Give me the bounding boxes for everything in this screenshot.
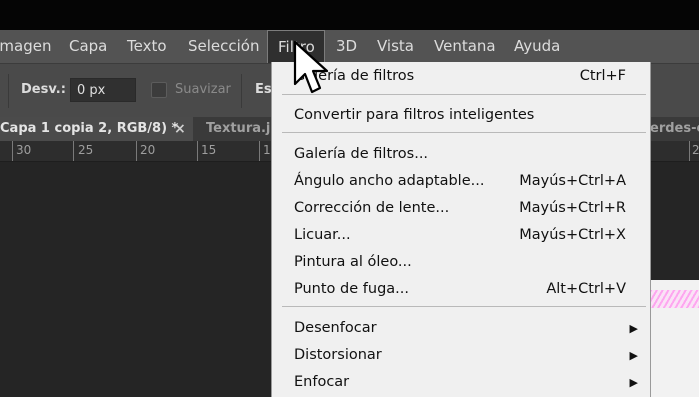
submenu-arrow-icon: ▶ — [629, 349, 638, 362]
menu-item-angulo-ancho[interactable]: Ángulo ancho adaptable... Mayús+Ctrl+A — [272, 168, 650, 195]
menu-vista[interactable]: Vista — [377, 30, 414, 63]
tab-verdes[interactable]: erdes-e — [650, 117, 699, 141]
ruler-label: 30 — [16, 143, 32, 157]
tab-label: Capa 1 copia 2, RGB/8) * — [0, 121, 179, 136]
menu-item-label: Ángulo ancho adaptable... — [294, 173, 485, 189]
menu-item-label: Pintura al óleo... — [294, 254, 412, 270]
ruler-tick — [12, 141, 13, 161]
menu-ayuda[interactable]: Ayuda — [514, 30, 560, 63]
menu-3d[interactable]: 3D — [336, 30, 357, 63]
menu-item-enfocar[interactable]: Enfocar ▶ — [272, 369, 650, 396]
menu-imagen[interactable]: Imagen — [0, 30, 51, 63]
menu-texto[interactable]: Texto — [127, 30, 167, 63]
window-top-bar — [0, 0, 699, 30]
ruler-tick — [689, 141, 690, 161]
menu-item-shortcut: Alt+Ctrl+V — [546, 281, 626, 297]
menu-item-label: Galería de filtros... — [294, 146, 429, 162]
ruler-tick — [73, 141, 74, 161]
menu-item-label: Corrección de lente... — [294, 200, 450, 216]
tab-textura[interactable]: Textura.jp — [206, 117, 280, 141]
menu-item-convertir-inteligentes[interactable]: Convertir para filtros inteligentes — [272, 102, 650, 129]
options-separator — [241, 74, 242, 108]
menu-item-label: Convertir para filtros inteligentes — [294, 107, 535, 123]
menu-item-label: Punto de fuga... — [294, 281, 409, 297]
ruler-label: 15 — [201, 143, 217, 157]
close-icon[interactable]: × — [174, 117, 186, 141]
menu-item-licuar[interactable]: Licuar... Mayús+Ctrl+X — [272, 222, 650, 249]
submenu-arrow-icon: ▶ — [629, 376, 638, 389]
style-label: Es — [255, 82, 272, 97]
menu-item-label: Licuar... — [294, 227, 351, 243]
antialias-checkbox[interactable] — [151, 82, 167, 98]
menu-item-shortcut: Mayús+Ctrl+A — [519, 173, 626, 189]
filter-menu-dropdown: Galería de filtros Ctrl+F Convertir para… — [271, 62, 651, 397]
ruler-label: 20 — [140, 143, 156, 157]
document-canvas[interactable] — [650, 280, 699, 397]
feather-label: Desv.: — [21, 82, 66, 97]
ruler-tick — [259, 141, 260, 161]
menu-capa[interactable]: Capa — [69, 30, 107, 63]
menu-item-label: Desenfocar — [294, 320, 377, 336]
menu-item-label: Distorsionar — [294, 347, 382, 363]
menu-item-shortcut: Ctrl+F — [579, 68, 626, 84]
menu-item-punto-fuga[interactable]: Punto de fuga... Alt+Ctrl+V — [272, 276, 650, 303]
ruler-label: 2 — [692, 143, 699, 157]
menu-separator — [282, 94, 646, 95]
submenu-arrow-icon: ▶ — [629, 322, 638, 335]
menu-ventana[interactable]: Ventana — [434, 30, 496, 63]
options-separator — [8, 74, 9, 108]
menu-item-shortcut: Mayús+Ctrl+X — [519, 227, 626, 243]
ruler-tick — [136, 141, 137, 161]
menu-seleccion[interactable]: Selección — [188, 30, 260, 63]
menu-item-label: Enfocar — [294, 374, 350, 390]
menu-bar: Imagen Capa Texto Selección Filtro 3D Vi… — [0, 30, 699, 63]
ruler-label: 25 — [78, 143, 94, 157]
ruler-tick — [197, 141, 198, 161]
pink-texture — [650, 290, 699, 308]
menu-item-shortcut: Mayús+Ctrl+R — [519, 200, 626, 216]
menu-separator — [282, 132, 646, 133]
menu-item-distorsionar[interactable]: Distorsionar ▶ — [272, 342, 650, 369]
mouse-pointer-icon — [293, 40, 329, 94]
menu-separator — [282, 306, 646, 307]
menu-item-correccion-lente[interactable]: Corrección de lente... Mayús+Ctrl+R — [272, 195, 650, 222]
menu-item-pintura-oleo[interactable]: Pintura al óleo... — [272, 249, 650, 276]
menu-item-galeria-filtros[interactable]: Galería de filtros... — [272, 141, 650, 168]
menu-item-desenfocar[interactable]: Desenfocar ▶ — [272, 315, 650, 342]
antialias-label: Suavizar — [175, 82, 231, 97]
feather-input[interactable]: 0 px — [70, 78, 136, 102]
tab-capa-1-copia[interactable]: Capa 1 copia 2, RGB/8) * × — [0, 117, 193, 141]
